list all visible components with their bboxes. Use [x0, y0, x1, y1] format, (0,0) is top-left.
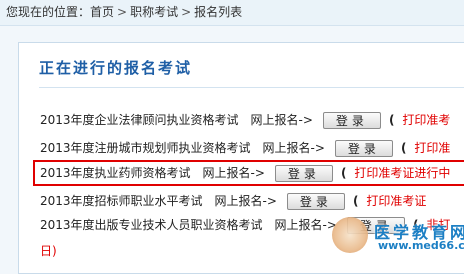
- section-title: 正在进行的报名考试: [39, 59, 193, 77]
- print-admission-ticket-link[interactable]: 打印准: [414, 141, 450, 155]
- login-button[interactable]: 登录: [322, 112, 381, 129]
- breadcrumb-separator: >: [181, 5, 192, 19]
- print-admission-ticket-link[interactable]: 打印准考证: [366, 194, 426, 208]
- breadcrumb: 您现在的位置：首页 > 职称考试 > 报名列表: [0, 0, 464, 26]
- breadcrumb-current: 报名列表: [194, 5, 243, 19]
- exam-name: 2013年度招标师职业水平考试: [40, 194, 203, 208]
- online-register-label: 网上报名->: [250, 113, 313, 127]
- paren-open: (: [400, 141, 407, 155]
- exam-row: 2013年度招标师职业水平考试 网上报名-> 登录 ( 打印准考证: [40, 190, 426, 212]
- exam-name: 2013年度企业法律顾问执业资格考试: [40, 113, 239, 127]
- login-button[interactable]: 登录: [334, 140, 393, 157]
- breadcrumb-title-exams[interactable]: 职称考试: [130, 5, 178, 19]
- trailing-text: 日): [40, 244, 57, 258]
- print-admission-ticket-link[interactable]: 打印准考: [402, 113, 450, 127]
- watermark-logo: 医学教育网 www.med66.com: [274, 215, 464, 261]
- paren-open: (: [352, 194, 359, 208]
- paren-open: (: [388, 113, 395, 127]
- breadcrumb-prefix: 您现在的位置：: [6, 5, 91, 19]
- breadcrumb-separator: >: [117, 5, 128, 19]
- exam-name: 2013年度出版专业技术人员职业资格考试: [40, 218, 263, 232]
- online-register-label: 网上报名->: [262, 141, 325, 155]
- exam-row: 2013年度注册城市规划师执业资格考试 网上报名-> 登录 ( 打印准: [40, 137, 450, 159]
- exam-row: 2013年度企业法律顾问执业资格考试 网上报名-> 登录 ( 打印准考: [40, 109, 450, 131]
- highlight-box: [33, 160, 464, 186]
- breadcrumb-home[interactable]: 首页: [90, 5, 114, 19]
- login-button[interactable]: 登录: [286, 193, 345, 210]
- title-divider: [39, 87, 464, 88]
- watermark-emblem-icon: [332, 217, 368, 253]
- online-register-label: 网上报名->: [214, 194, 277, 208]
- exam-name: 2013年度注册城市规划师执业资格考试: [40, 141, 251, 155]
- watermark-url: www.med66.com: [378, 239, 464, 252]
